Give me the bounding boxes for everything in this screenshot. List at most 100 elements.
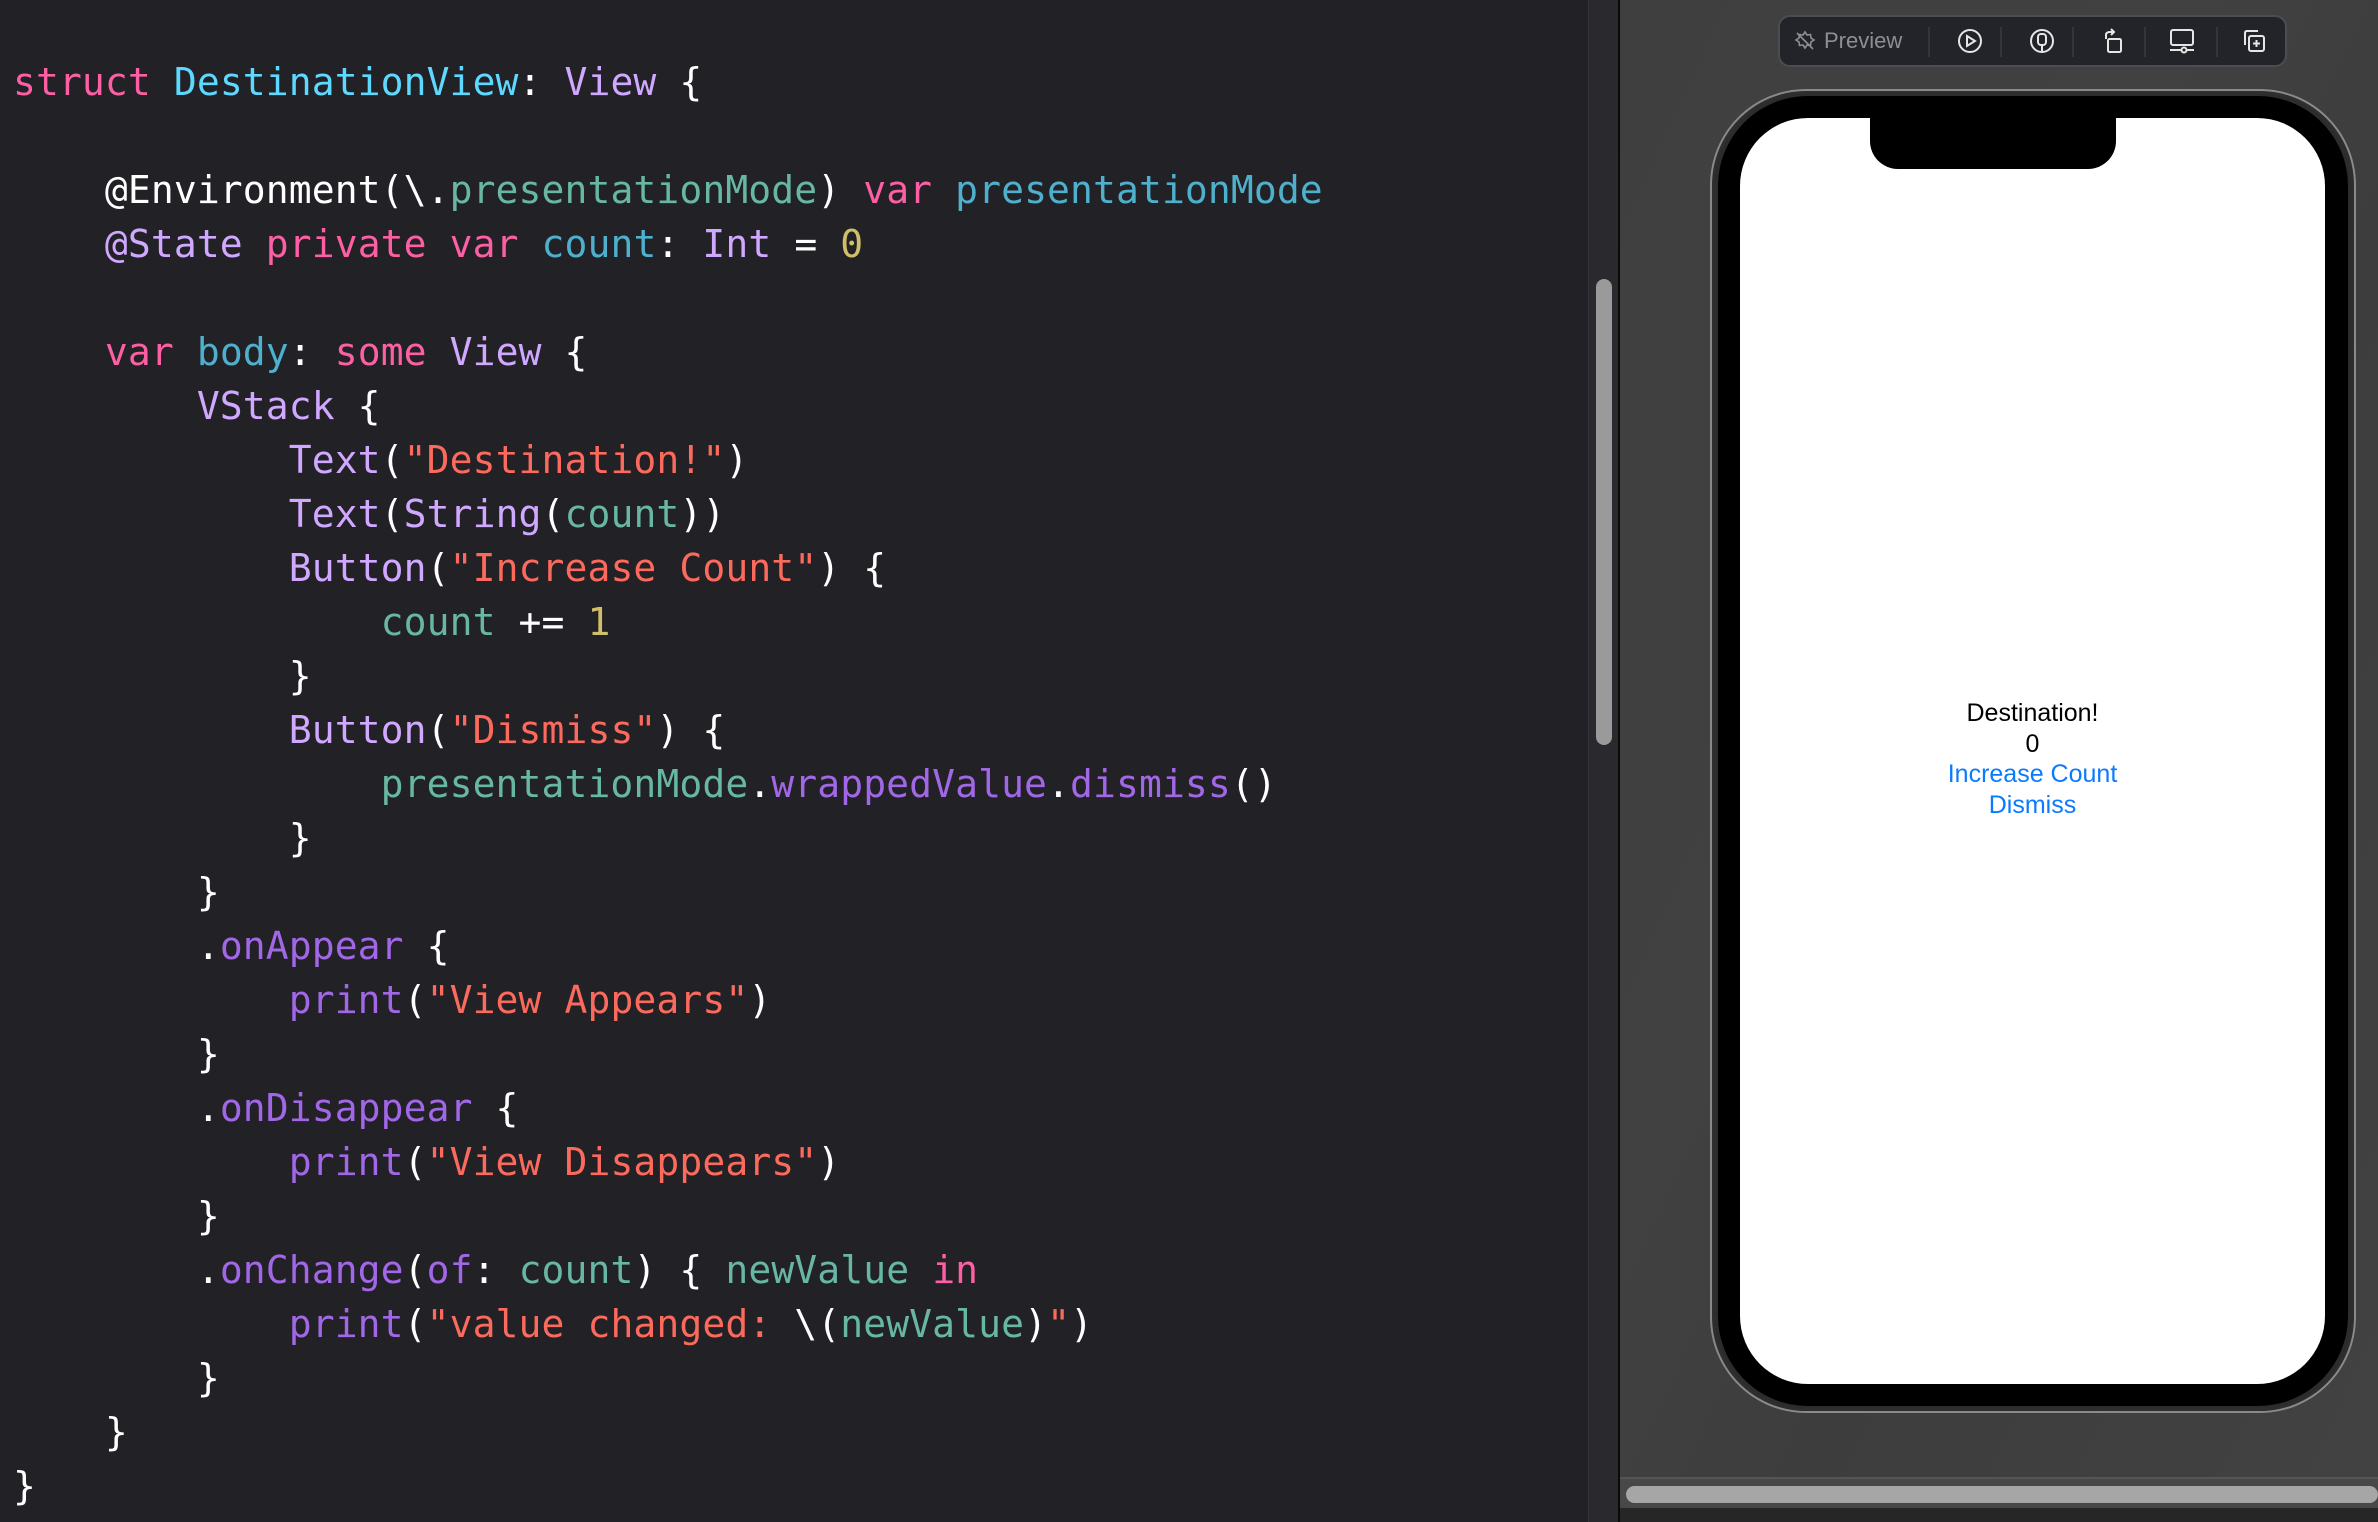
code-token-plain: = <box>771 222 841 266</box>
code-line[interactable]: } <box>13 865 1323 919</box>
code-line[interactable]: .onChange(of: count) { newValue in <box>13 1243 1323 1297</box>
code-line[interactable]: } <box>13 811 1323 865</box>
preview-horizontal-scrollbar-thumb[interactable] <box>1626 1486 2378 1503</box>
code-token-plain: ) <box>817 168 864 212</box>
preview-horizontal-scrollbar-track[interactable] <box>1620 1477 2378 1508</box>
code-token-fn: of <box>426 1248 473 1292</box>
code-line[interactable]: } <box>13 1189 1323 1243</box>
code-token-plain: { <box>541 330 588 374</box>
code-line[interactable]: .onDisappear { <box>13 1081 1323 1135</box>
code-token-plain: ( <box>403 1248 427 1292</box>
code-token-plain: )) <box>679 492 726 536</box>
live-preview-off-icon <box>1794 30 1816 50</box>
code-token-plain: : <box>472 1248 519 1292</box>
code-token-plain: @Environment(\. <box>13 168 450 212</box>
device-selector-button[interactable] <box>2018 17 2066 65</box>
code-token-fn: wrappedValue <box>771 762 1048 806</box>
code-token-kw: var <box>863 168 933 212</box>
canvas-preview-pane: Preview Destination! 0 Increase Count Di… <box>1620 0 2378 1477</box>
code-line[interactable]: } <box>13 1459 1323 1513</box>
toolbar-separator <box>1928 27 1930 57</box>
code-token-fn: onChange <box>219 1248 404 1292</box>
code-line[interactable]: print("View Disappears") <box>13 1135 1323 1189</box>
code-line[interactable]: Text("Destination!") <box>13 433 1323 487</box>
editor-vertical-scrollbar-thumb[interactable] <box>1596 279 1612 745</box>
duplicate-preview-button[interactable] <box>2230 17 2278 65</box>
simulator-screen[interactable]: Destination! 0 Increase Count Dismiss <box>1740 118 2325 1384</box>
code-token-plain: ( <box>426 708 450 752</box>
code-line[interactable]: print("View Appears") <box>13 973 1323 1027</box>
code-token-plain: ( <box>403 1302 427 1346</box>
code-line[interactable]: .onAppear { <box>13 919 1323 973</box>
code-line[interactable]: } <box>13 1027 1323 1081</box>
code-token-type: Text <box>288 492 381 536</box>
code-token-plain: ) <box>748 978 772 1022</box>
duplicate-icon <box>2244 30 2265 52</box>
code-token-ref: count <box>518 1248 634 1292</box>
code-token-plain: ) <box>1070 1302 1094 1346</box>
dismiss-button[interactable]: Dismiss <box>1740 790 2325 821</box>
code-token-plain: } <box>13 1032 220 1076</box>
code-line[interactable]: } <box>13 649 1323 703</box>
code-line[interactable] <box>13 109 1323 163</box>
code-line[interactable]: Button("Dismiss") { <box>13 703 1323 757</box>
device-settings-button[interactable] <box>2158 17 2206 65</box>
code-token-str: "View Disappears" <box>426 1140 818 1184</box>
code-line[interactable]: @State private var count: Int = 0 <box>13 217 1323 271</box>
bottom-bar <box>1620 1508 2378 1522</box>
code-token-fn: print <box>288 1140 404 1184</box>
code-token-plain: ) { <box>817 546 887 590</box>
code-token-ref: count <box>564 492 680 536</box>
rotate-button[interactable] <box>2090 17 2138 65</box>
code-token-plain: } <box>13 1356 220 1400</box>
increase-count-button[interactable]: Increase Count <box>1740 759 2325 790</box>
code-line[interactable]: struct DestinationView: View { <box>13 55 1323 109</box>
toolbar-separator <box>2144 27 2146 57</box>
code-line[interactable]: @Environment(\.presentationMode) var pre… <box>13 163 1323 217</box>
code-token-plain: } <box>13 1194 220 1238</box>
code-line[interactable]: var body: some View { <box>13 325 1323 379</box>
code-token-plain: ( <box>380 492 404 536</box>
preview-mode-button[interactable]: Preview <box>1794 17 1914 65</box>
code-line[interactable]: VStack { <box>13 379 1323 433</box>
code-token-plain: ) <box>1024 1302 1048 1346</box>
code-token-attr: @State <box>104 222 243 266</box>
live-preview-button[interactable] <box>1946 17 1994 65</box>
code-line[interactable]: presentationMode.wrappedValue.dismiss() <box>13 757 1323 811</box>
code-editor[interactable]: struct DestinationView: View { @Environm… <box>0 0 1588 1522</box>
code-token-plain: ( <box>403 1140 427 1184</box>
device-settings-icon <box>2170 29 2194 54</box>
code-token-plain: { <box>656 60 703 104</box>
code-line[interactable] <box>13 271 1323 325</box>
code-line[interactable]: print("value changed: \(newValue)") <box>13 1297 1323 1351</box>
code-token-str: " <box>1047 1302 1071 1346</box>
code-line[interactable]: } <box>13 1405 1323 1459</box>
code-token-num: 1 <box>587 600 611 644</box>
code-token-num: 0 <box>840 222 864 266</box>
code-line[interactable]: } <box>13 1351 1323 1405</box>
code-token-plain: ) { <box>633 1248 726 1292</box>
code-text[interactable]: struct DestinationView: View { @Environm… <box>13 55 1323 1513</box>
code-token-plain: ) <box>817 1140 841 1184</box>
code-token-type: View <box>449 330 542 374</box>
code-line[interactable]: Text(String(count)) <box>13 487 1323 541</box>
editor-vertical-scrollbar-track[interactable] <box>1588 0 1618 1522</box>
code-token-kw: struct <box>13 60 151 104</box>
vstack: Destination! 0 Increase Count Dismiss <box>1740 698 2325 820</box>
code-line[interactable]: count += 1 <box>13 595 1323 649</box>
code-token-str: "value changed: <box>426 1302 795 1346</box>
code-token-fn: print <box>288 1302 404 1346</box>
code-line[interactable]: Button("Increase Count") { <box>13 541 1323 595</box>
code-token-ref: presentationMode <box>380 762 749 806</box>
